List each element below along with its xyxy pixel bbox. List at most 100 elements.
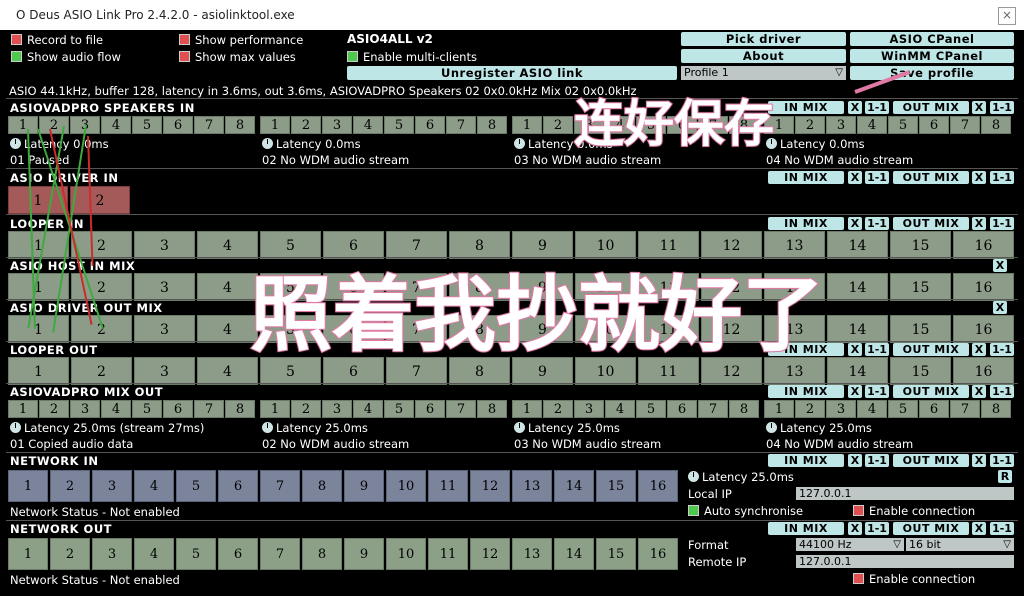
channel-cell[interactable]: 4 [197,315,258,343]
channel-cell[interactable]: 2 [795,116,825,134]
channel-cell[interactable]: 7 [698,400,728,418]
enable-connection-in-checkbox[interactable]: Enable connection [853,503,975,518]
channel-cell[interactable]: 13 [764,273,825,301]
channel-cell[interactable]: 14 [827,357,888,385]
channel-cell[interactable]: 6 [919,400,949,418]
channel-cell[interactable]: 3 [134,357,195,385]
local-ip-field[interactable]: 127.0.0.1 [796,487,1014,500]
channel-cell[interactable]: 16 [953,315,1014,343]
about-button[interactable]: About [681,49,846,63]
channel-cell[interactable]: 8 [302,538,342,570]
channel-cell[interactable]: 4 [134,538,174,570]
channel-cell[interactable]: 7 [386,315,447,343]
channel-cell[interactable]: 2 [71,357,132,385]
out-mix-close-button[interactable]: X [972,171,986,184]
channel-cell[interactable]: 14 [827,315,888,343]
channel-cell[interactable]: 5 [176,538,216,570]
channel-cell[interactable]: 8 [302,470,342,502]
channel-cell[interactable]: 7 [260,538,300,570]
in-mix-one-to-one-button[interactable]: 1-1 [865,385,889,398]
channel-cell[interactable]: 10 [575,231,636,259]
channel-cell[interactable]: 4 [197,273,258,301]
channel-cell[interactable]: 1 [8,116,38,134]
latency-dial-icon[interactable] [688,471,699,482]
channel-cell[interactable]: 14 [554,470,594,502]
in-mix-one-to-one-button[interactable]: 1-1 [865,454,889,467]
out-mix-one-to-one-button[interactable]: 1-1 [990,171,1014,184]
in-mix-one-to-one-button[interactable]: 1-1 [865,171,889,184]
out-mix-one-to-one-button[interactable]: 1-1 [990,343,1014,356]
enable-connection-out-checkbox[interactable]: Enable connection [853,571,975,586]
latency-dial-icon[interactable] [262,138,273,149]
channel-cell[interactable]: 1 [8,538,48,570]
channel-cell[interactable]: 8 [449,357,510,385]
channel-cell[interactable]: 13 [512,538,552,570]
channel-cell[interactable]: 2 [543,116,573,134]
channel-cell[interactable]: 14 [827,273,888,301]
channel-cell[interactable]: 8 [477,400,507,418]
channel-cell[interactable]: 9 [344,470,384,502]
latency-dial-icon[interactable] [262,422,273,433]
latency-dial-icon[interactable] [514,138,525,149]
channel-cell[interactable]: 1 [8,231,69,259]
channel-cell[interactable]: 3 [826,400,856,418]
channel-cell[interactable]: 11 [428,538,468,570]
channel-cell[interactable]: 6 [218,538,258,570]
channel-cell[interactable]: 7 [386,273,447,301]
in-mix-button[interactable]: IN MIX [768,171,844,184]
channel-cell[interactable]: 2 [291,116,321,134]
channel-cell[interactable]: 7 [260,470,300,502]
in-mix-close-button[interactable]: X [848,101,862,114]
channel-cell[interactable]: 8 [981,400,1011,418]
out-mix-one-to-one-button[interactable]: 1-1 [990,522,1014,535]
channel-cell[interactable]: 13 [764,357,825,385]
out-mix-close-button[interactable]: X [972,101,986,114]
in-mix-close-button[interactable]: X [848,522,862,535]
channel-cell[interactable]: 1 [8,470,48,502]
channel-cell[interactable]: 6 [218,470,258,502]
unregister-asio-link-button[interactable]: Unregister ASIO link [347,66,677,80]
channel-cell[interactable]: 15 [596,538,636,570]
channel-cell[interactable]: 8 [225,400,255,418]
channel-cell[interactable]: 5 [260,273,321,301]
channel-cell[interactable]: 9 [512,315,573,343]
channel-cell[interactable]: 3 [134,315,195,343]
channel-cell[interactable]: 13 [764,231,825,259]
out-mix-close-button[interactable]: X [972,454,986,467]
channel-cell[interactable]: 5 [636,116,666,134]
channel-cell[interactable]: 3 [70,400,100,418]
channel-cell[interactable]: 15 [890,315,951,343]
channel-cell[interactable]: 1 [260,116,290,134]
asio-cpanel-button[interactable]: ASIO CPanel [850,32,1014,46]
channel-cell[interactable]: 6 [415,400,445,418]
channel-cell[interactable]: 11 [638,315,699,343]
channel-cell[interactable]: 7 [446,116,476,134]
format-bits-select[interactable]: 16 bit ▽ [906,538,1014,551]
channel-cell[interactable]: 8 [729,400,759,418]
channel-cell[interactable]: 10 [575,273,636,301]
channel-cell[interactable]: 1 [764,400,794,418]
channel-cell[interactable]: 8 [449,273,510,301]
channel-cell[interactable]: 15 [596,470,636,502]
channel-cell[interactable]: 8 [449,315,510,343]
in-mix-one-to-one-button[interactable]: 1-1 [865,343,889,356]
channel-cell[interactable]: 1 [8,400,38,418]
channel-cell[interactable]: 16 [953,231,1014,259]
out-mix-one-to-one-button[interactable]: 1-1 [990,217,1014,230]
channel-cell[interactable]: 4 [353,116,383,134]
channel-cell[interactable]: 4 [857,400,887,418]
out-mix-button[interactable]: OUT MIX [893,101,969,114]
channel-cell[interactable]: 3 [134,231,195,259]
channel-cell[interactable]: 1 [764,116,794,134]
section-close-button[interactable]: X [993,301,1007,314]
out-mix-one-to-one-button[interactable]: 1-1 [990,385,1014,398]
channel-cell[interactable]: 7 [446,400,476,418]
out-mix-button[interactable]: OUT MIX [893,454,969,467]
out-mix-button[interactable]: OUT MIX [893,171,969,184]
in-mix-close-button[interactable]: X [848,171,862,184]
channel-cell[interactable]: 2 [39,116,69,134]
channel-cell[interactable]: 5 [176,470,216,502]
channel-cell[interactable]: 3 [92,470,132,502]
channel-cell[interactable]: 5 [636,400,666,418]
channel-cell[interactable]: 8 [981,116,1011,134]
